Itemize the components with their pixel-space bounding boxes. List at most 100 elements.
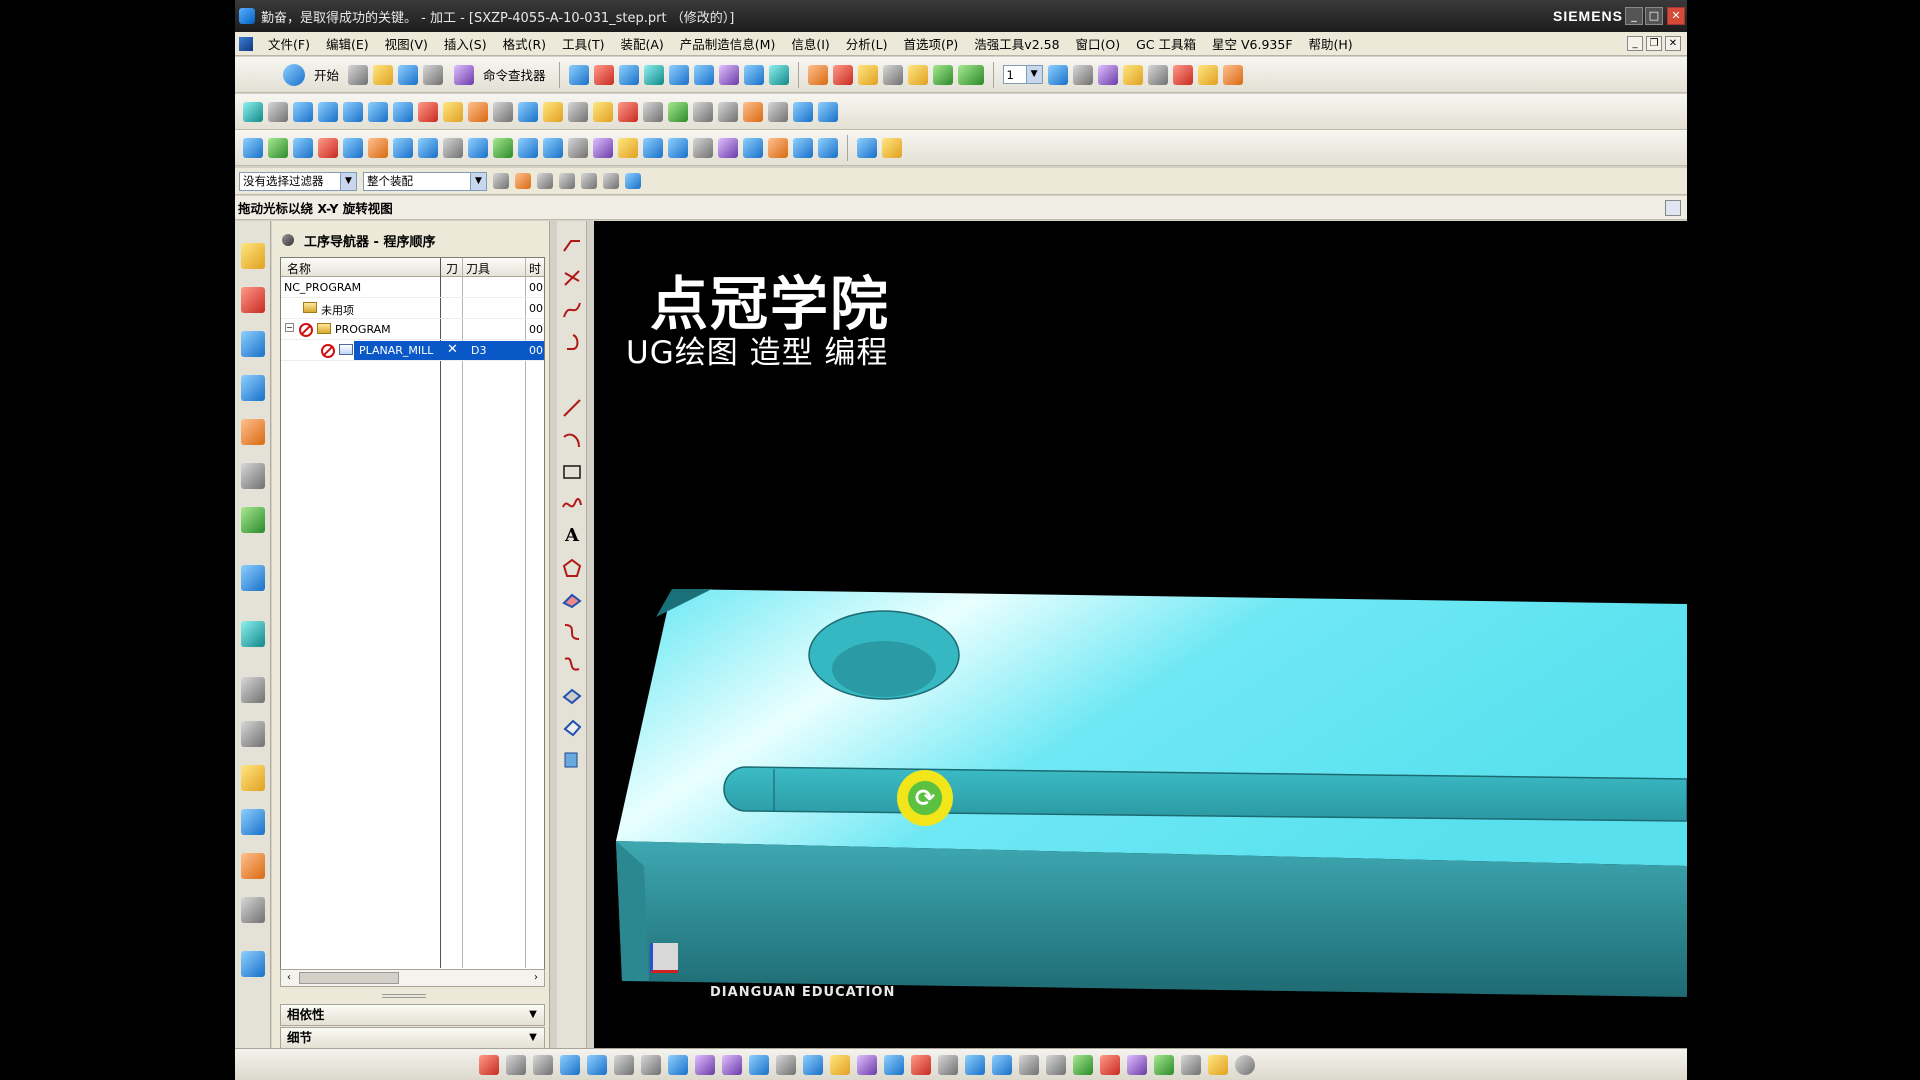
- machining-feature-icon[interactable]: [241, 331, 265, 357]
- pencil-icon[interactable]: [1208, 1054, 1228, 1075]
- doc-restore-button[interactable]: ❐: [1646, 36, 1662, 51]
- view-section-icon[interactable]: [768, 64, 789, 85]
- measure-path-icon[interactable]: [743, 137, 763, 158]
- dependencies-section[interactable]: 相依性 ▼: [280, 1004, 545, 1026]
- new-file-icon[interactable]: [348, 64, 369, 85]
- check-icon[interactable]: [493, 137, 513, 158]
- solid-red-icon[interactable]: [911, 1054, 931, 1075]
- hook-curve-icon[interactable]: [561, 331, 583, 353]
- protractor-icon[interactable]: [1222, 64, 1243, 85]
- shop-doc-icon[interactable]: [643, 101, 663, 122]
- filter-reset-icon[interactable]: [493, 173, 509, 189]
- wireframe-icon[interactable]: [882, 64, 903, 85]
- offset-curve-icon[interactable]: [561, 589, 583, 611]
- command-finder-icon[interactable]: [454, 64, 475, 85]
- table-icon[interactable]: [693, 101, 713, 122]
- page-icon[interactable]: [533, 1054, 553, 1075]
- select-box-icon[interactable]: [603, 173, 619, 189]
- image-icon[interactable]: [668, 101, 688, 122]
- chevron-down-icon[interactable]: ▼: [526, 1008, 540, 1022]
- link-icon[interactable]: [614, 1054, 634, 1075]
- palette-icon[interactable]: [241, 507, 265, 533]
- view-number-select[interactable]: 1 ▼: [1002, 65, 1043, 84]
- history-icon[interactable]: [241, 621, 265, 647]
- curve-rule-icon[interactable]: [559, 173, 575, 189]
- panel-splitter-handle[interactable]: [382, 994, 426, 998]
- replay-toolpath-icon[interactable]: [493, 101, 513, 122]
- rectangle-icon[interactable]: [561, 461, 583, 483]
- start-icon[interactable]: [283, 63, 305, 86]
- icam-icon[interactable]: [768, 137, 788, 158]
- project-curve-icon[interactable]: [561, 685, 583, 707]
- method-view-icon[interactable]: [443, 101, 463, 122]
- rectangle-select-icon[interactable]: [1019, 1054, 1039, 1075]
- tree-row-unused[interactable]: 未用项 00:: [281, 298, 544, 319]
- stock-icon[interactable]: [593, 137, 613, 158]
- details-section[interactable]: 细节 ▼: [280, 1027, 545, 1049]
- create-method-icon[interactable]: [318, 101, 338, 122]
- tree-row-nc-program[interactable]: NC_PROGRAM 00:: [281, 277, 544, 298]
- tree-row-planar-mill[interactable]: PLANAR_MILL ✕ D3 00:: [281, 340, 544, 361]
- rotate-view-icon[interactable]: [693, 64, 714, 85]
- templates-icon[interactable]: [241, 897, 265, 923]
- operation-tree[interactable]: 名称 刀 刀具 时 NC_PROGRAM 00: 未用项 00: − PROGR…: [280, 257, 545, 987]
- line-icon[interactable]: [561, 397, 583, 419]
- menu-tools[interactable]: 工具(T): [555, 34, 613, 53]
- selection-scope-select[interactable]: 整个装配 ▼: [363, 171, 487, 191]
- system-scenes-icon[interactable]: [241, 853, 265, 879]
- move-icon[interactable]: [992, 1054, 1012, 1075]
- gear-icon[interactable]: [568, 137, 588, 158]
- sweep-icon[interactable]: [803, 1054, 823, 1075]
- menu-preferences[interactable]: 首选项(P): [897, 34, 968, 53]
- doc-close-button[interactable]: ✕: [1665, 36, 1681, 51]
- background-color-icon[interactable]: [957, 64, 984, 85]
- menu-assembly[interactable]: 装配(A): [613, 34, 672, 53]
- transform-icon[interactable]: [343, 137, 363, 158]
- tool-library-icon[interactable]: [768, 101, 788, 122]
- tool-holder-icon[interactable]: [368, 137, 388, 158]
- chevron-down-icon[interactable]: ▼: [340, 172, 356, 190]
- select-body-icon[interactable]: [625, 173, 641, 189]
- chevron-down-icon[interactable]: ▼: [1025, 66, 1042, 83]
- menu-gc-toolkit[interactable]: GC 工具箱: [1129, 34, 1205, 53]
- orient-view-icon[interactable]: [718, 64, 739, 85]
- eraser-icon[interactable]: [830, 1054, 850, 1075]
- drill-icon[interactable]: [857, 1054, 877, 1075]
- delete-op-icon[interactable]: [693, 137, 713, 158]
- simulate-icon[interactable]: [543, 101, 563, 122]
- copy-op-icon[interactable]: [643, 137, 663, 158]
- close-button[interactable]: ✕: [1667, 7, 1685, 25]
- minimize-button[interactable]: _: [1625, 7, 1643, 25]
- layer-settings-icon[interactable]: [1047, 64, 1068, 85]
- wcs-icon[interactable]: [1072, 64, 1093, 85]
- stock-display-icon[interactable]: [479, 1054, 499, 1075]
- graphics-window[interactable]: 点冠学院 UG绘图 造型 编程 DIANGUAN EDUCATION ⟳: [594, 221, 1687, 1048]
- clock-icon[interactable]: [818, 101, 838, 122]
- scroll-left-icon[interactable]: ‹: [281, 970, 297, 986]
- anchor-icon[interactable]: [749, 1054, 769, 1075]
- copy-icon[interactable]: [641, 1054, 661, 1075]
- view-triad-icon[interactable]: [743, 64, 764, 85]
- chevron-down-icon[interactable]: ▼: [470, 172, 486, 190]
- left-arrow-icon[interactable]: [268, 137, 288, 158]
- axis-icon[interactable]: [1073, 1054, 1093, 1075]
- tree-row-program[interactable]: − PROGRAM 00:: [281, 319, 544, 340]
- studio-spline-icon[interactable]: [561, 493, 583, 515]
- program-order-icon[interactable]: [368, 101, 388, 122]
- battery-icon[interactable]: [932, 64, 953, 85]
- analysis-icon[interactable]: [1181, 1054, 1201, 1075]
- ruler-icon[interactable]: [1197, 64, 1218, 85]
- intersect-icon[interactable]: [561, 267, 583, 289]
- verify-toolpath-icon[interactable]: [518, 101, 538, 122]
- clock-icon[interactable]: [241, 677, 265, 703]
- bounding-icon[interactable]: [443, 137, 463, 158]
- pad-icon[interactable]: [965, 1054, 985, 1075]
- edit-icon[interactable]: [593, 101, 613, 122]
- measure-icon[interactable]: [1097, 64, 1118, 85]
- roles-icon[interactable]: [241, 765, 265, 791]
- output-cls-icon[interactable]: [857, 137, 877, 158]
- open-report-icon[interactable]: [882, 137, 902, 158]
- menu-analysis[interactable]: 分析(L): [839, 34, 897, 53]
- rename-icon[interactable]: [818, 137, 838, 158]
- sequence-icon[interactable]: [793, 137, 813, 158]
